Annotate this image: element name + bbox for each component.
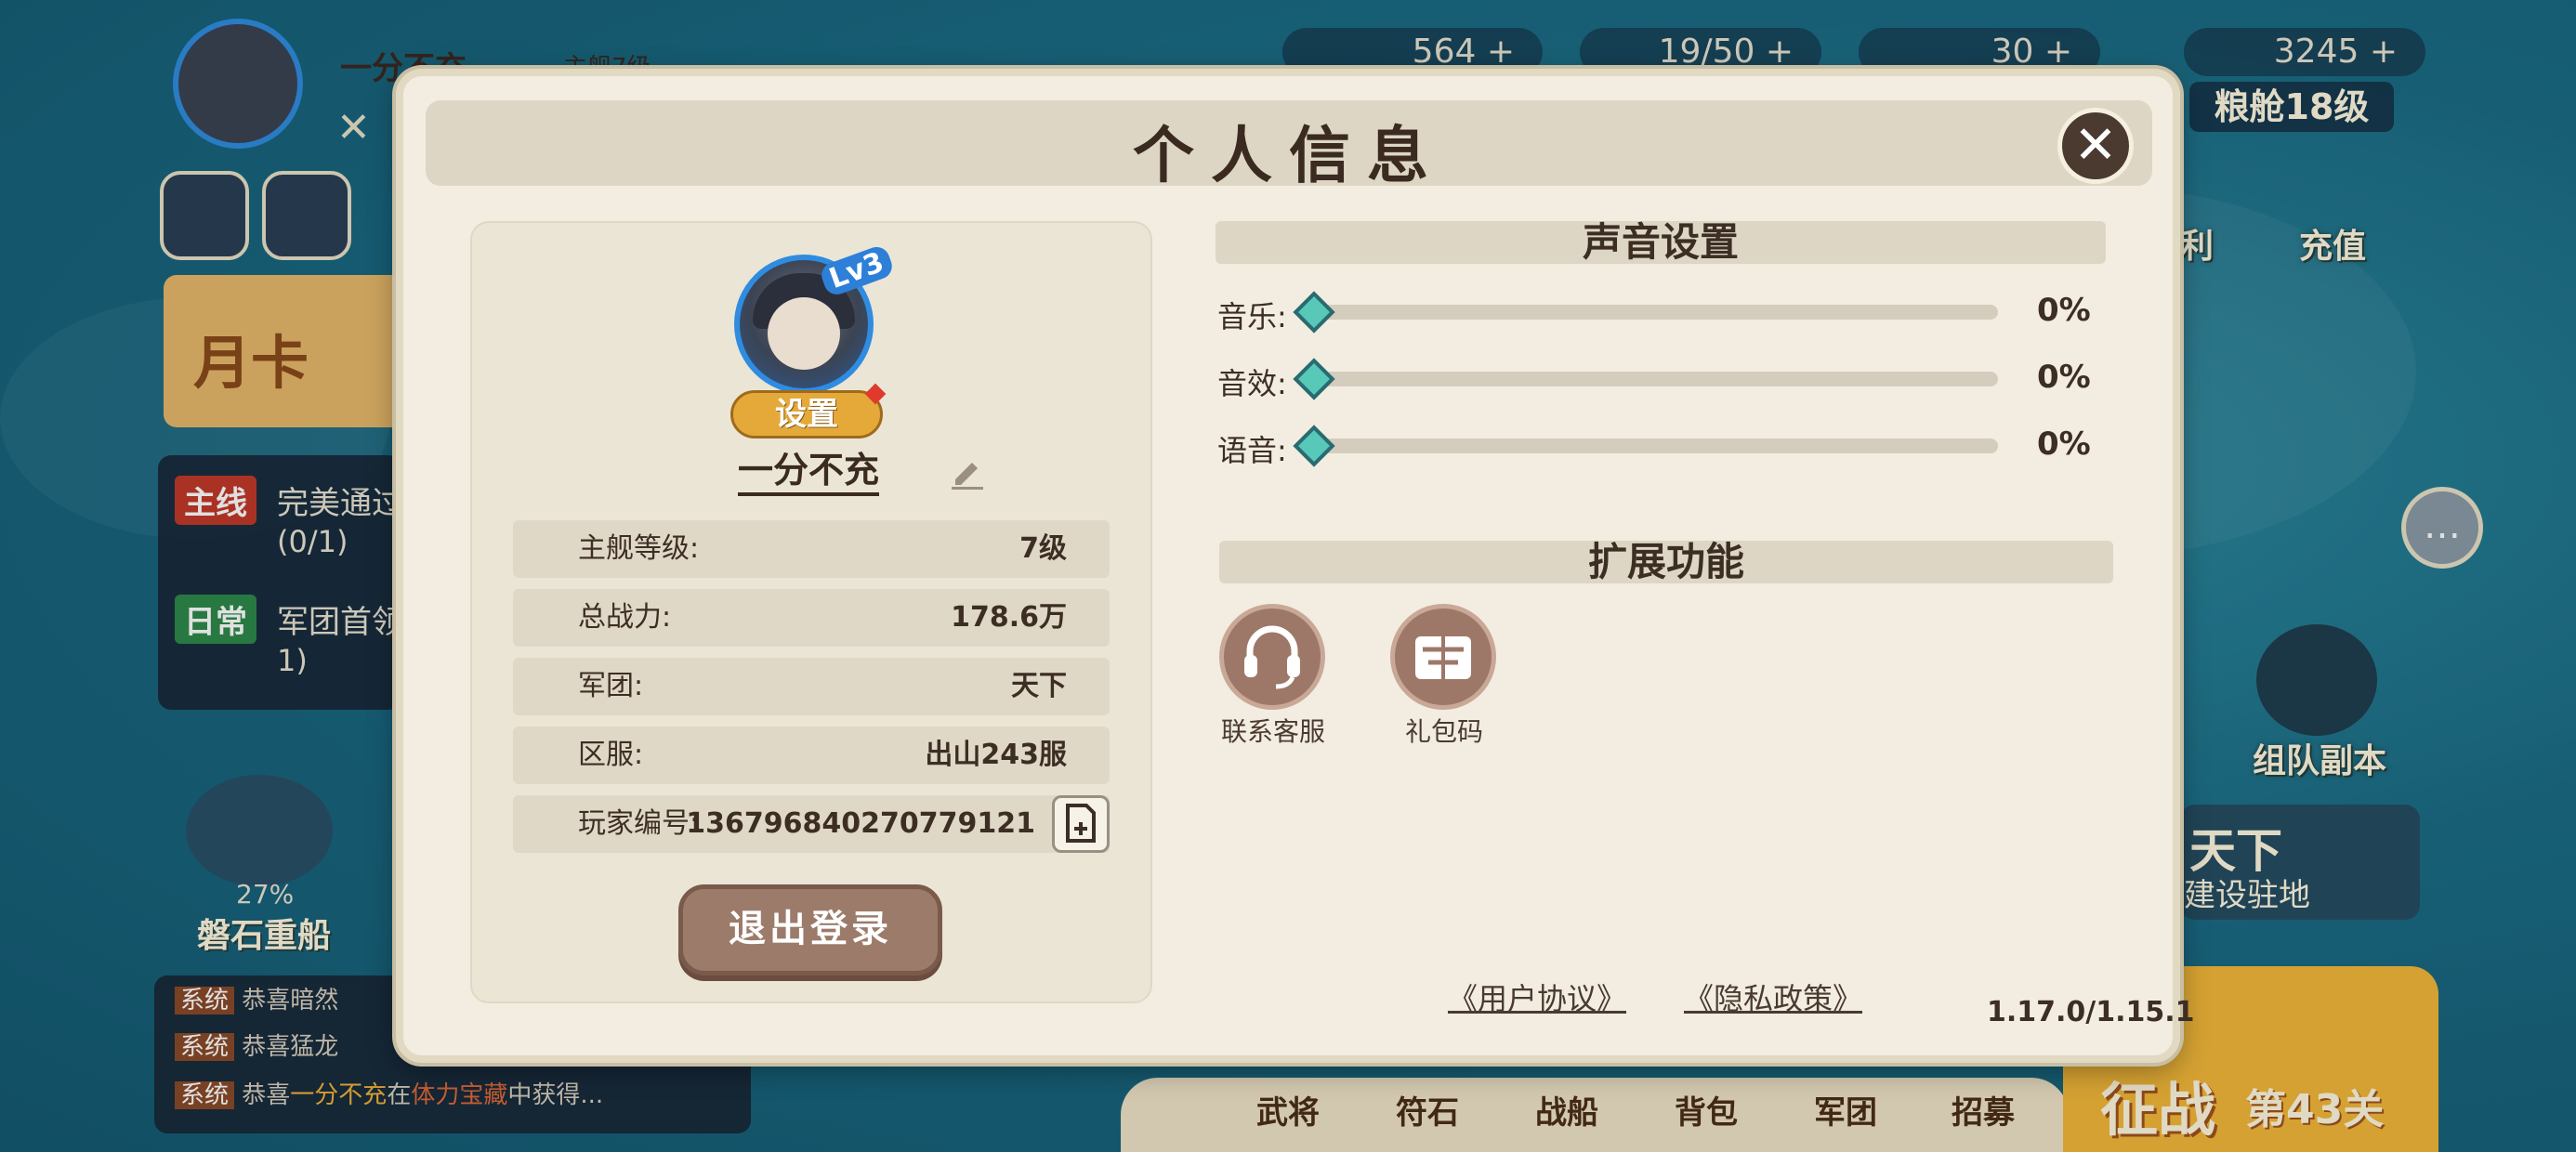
- voice-value: 0%: [2037, 425, 2091, 463]
- dialog-title-bar: 个人信息: [426, 100, 2152, 191]
- customer-service-button[interactable]: [1219, 604, 1325, 710]
- gift-code-icon: [1415, 636, 1471, 679]
- info-row-server: 区服: 出山243服: [513, 727, 1110, 784]
- info-label: 玩家编号:: [578, 807, 700, 840]
- gift-code-label[interactable]: 礼包码: [1370, 712, 1518, 749]
- info-label: 总战力:: [578, 601, 672, 634]
- player-name: 一分不充: [738, 448, 880, 496]
- sfx-slider-track[interactable]: [1320, 372, 1998, 386]
- avatar-settings-button[interactable]: 设置: [730, 390, 883, 439]
- sound-settings-heading: 声音设置: [1216, 221, 2106, 264]
- privacy-policy-link[interactable]: 《隐私政策》: [1684, 975, 1862, 1018]
- customer-service-label[interactable]: 联系客服: [1199, 712, 1347, 749]
- headset-icon: [1244, 625, 1300, 689]
- close-icon: ✕: [2073, 115, 2118, 176]
- extensions-heading: 扩展功能: [1219, 541, 2113, 583]
- sfx-label: 音效:: [1217, 366, 1287, 401]
- version-text: 1.17.0/1.15.1: [1987, 996, 2195, 1028]
- info-value: 178.6万: [951, 601, 1067, 634]
- profile-dialog: 个人信息 ✕ Lv3 设置 一分不充 主舰等级: 7级 总战力: 178.6万 …: [396, 69, 2195, 1063]
- close-button[interactable]: ✕: [2057, 108, 2134, 184]
- info-label: 区服:: [578, 739, 644, 771]
- info-row-player-id: 玩家编号: 1367968402707791​21: [513, 795, 1110, 853]
- info-value: 天下: [1011, 670, 1067, 702]
- avatar-face: [768, 297, 840, 370]
- edit-name-icon[interactable]: [948, 453, 985, 491]
- voice-slider-knob[interactable]: [1293, 425, 1335, 467]
- avatar[interactable]: Lv3: [734, 243, 896, 394]
- sfx-value: 0%: [2037, 359, 2091, 396]
- copy-id-button[interactable]: [1052, 795, 1110, 853]
- dialog-title: 个人信息: [1133, 119, 1445, 191]
- music-value: 0%: [2037, 292, 2091, 329]
- sfx-slider-knob[interactable]: [1293, 358, 1335, 400]
- logout-button[interactable]: 退出登录: [678, 884, 942, 975]
- voice-slider-track[interactable]: [1320, 439, 1998, 453]
- voice-label: 语音:: [1217, 433, 1287, 468]
- info-value: 7级: [1019, 532, 1067, 565]
- music-label: 音乐:: [1217, 299, 1287, 334]
- user-agreement-link[interactable]: 《用户协议》: [1448, 975, 1626, 1018]
- info-label: 主舰等级:: [578, 532, 700, 565]
- gift-code-button[interactable]: [1390, 604, 1496, 710]
- copy-icon: [1066, 804, 1096, 843]
- info-row-level: 主舰等级: 7级: [513, 520, 1110, 578]
- info-row-legion: 军团: 天下: [513, 658, 1110, 715]
- music-slider-track[interactable]: [1320, 305, 1998, 320]
- info-value: 出山243服: [925, 739, 1067, 771]
- info-row-power: 总战力: 178.6万: [513, 589, 1110, 647]
- music-slider-knob[interactable]: [1293, 291, 1335, 334]
- player-id-value: 1367968402707791​21: [686, 807, 1035, 840]
- info-label: 军团:: [578, 670, 644, 702]
